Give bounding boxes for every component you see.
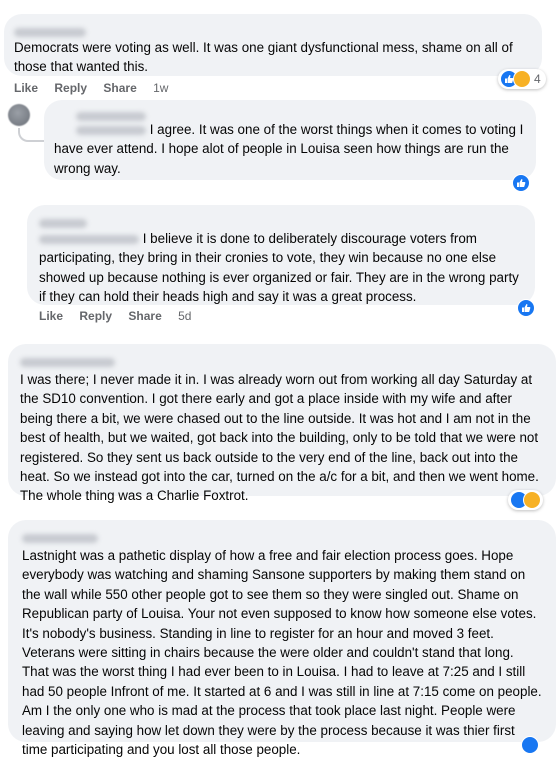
reply-link[interactable]: Reply <box>54 81 87 95</box>
thread-connector <box>18 128 44 142</box>
like-reaction-icon[interactable] <box>512 174 530 192</box>
comment-bubble-1: Democrats were voting as well. It was on… <box>4 14 542 76</box>
haha-reaction-icon <box>513 70 531 88</box>
like-reaction-icon[interactable] <box>517 299 535 317</box>
blurred-author-name <box>22 528 542 543</box>
comment-text: Democrats were voting as well. It was on… <box>14 40 513 75</box>
reaction-summary[interactable] <box>508 490 543 510</box>
comment-bubble-3: I believe it is done to deliberately dis… <box>27 205 535 305</box>
timestamp[interactable]: 5d <box>178 309 191 323</box>
reaction-summary[interactable]: 4 <box>498 69 546 89</box>
like-link[interactable]: Like <box>14 81 38 95</box>
timestamp[interactable]: 1w <box>153 81 168 95</box>
comment-text-inline: I agree. It was one of the worst things … <box>149 122 524 137</box>
like-reaction-icon[interactable] <box>521 736 539 754</box>
share-link[interactable]: Share <box>103 81 136 95</box>
reply-link[interactable]: Reply <box>79 309 112 323</box>
reaction-count: 4 <box>534 72 541 86</box>
comment-actions-1: Like Reply Share 1w <box>14 81 181 95</box>
comment-text-rest: participating, they bring in their croni… <box>39 250 519 305</box>
comment-bubble-5: Lastnight was a pathetic display of how … <box>8 520 556 757</box>
comment-bubble-2: I agree. It was one of the worst things … <box>44 100 536 180</box>
blurred-author-name <box>20 352 544 367</box>
blurred-author-name <box>39 213 523 228</box>
blurred-mention <box>39 234 139 244</box>
haha-reaction-icon <box>523 491 541 509</box>
comment-text-inline: I believe it is done to deliberately dis… <box>142 231 477 246</box>
comment-text-rest: have ever attend. I hope alot of people … <box>54 141 509 176</box>
avatar[interactable] <box>8 104 30 126</box>
blurred-author-name <box>76 106 526 121</box>
blurred-author-name <box>14 22 532 37</box>
blurred-mention <box>76 125 146 135</box>
comment-text: Lastnight was a pathetic display of how … <box>22 548 542 758</box>
share-link[interactable]: Share <box>128 309 161 323</box>
comment-text: I agree. It was one of the worst things … <box>76 120 526 139</box>
comment-text: I was there; I never made it in. I was a… <box>20 372 539 504</box>
like-link[interactable]: Like <box>39 309 63 323</box>
comment-text: I believe it is done to deliberately dis… <box>39 229 523 248</box>
comment-bubble-4: I was there; I never made it in. I was a… <box>8 344 556 503</box>
comment-actions-3: Like Reply Share 5d <box>39 309 204 323</box>
